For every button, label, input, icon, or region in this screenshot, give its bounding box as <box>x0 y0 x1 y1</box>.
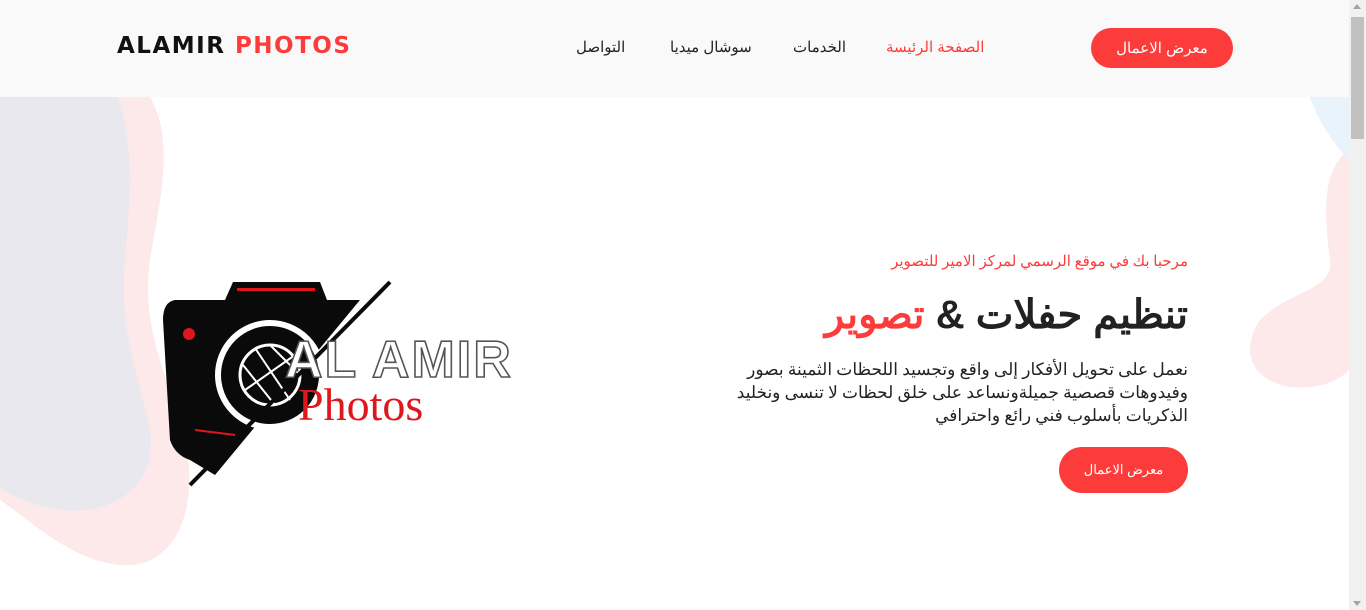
scroll-thumb[interactable] <box>1351 17 1364 139</box>
brand-name: ALAMIR <box>117 33 226 59</box>
nav-item-social-media[interactable]: سوشال ميديا <box>670 38 752 56</box>
logo-text-photos: Photos <box>298 379 423 430</box>
scroll-up-arrow-icon[interactable] <box>1353 4 1361 9</box>
nav-item-home[interactable]: الصفحة الرئيسة <box>886 38 984 56</box>
page-scrollbar[interactable] <box>1349 0 1366 610</box>
nav-item-services[interactable]: الخدمات <box>793 38 846 56</box>
hero-description: نعمل على تحويل الأفكار إلى واقع وتجسيد ا… <box>736 360 1188 425</box>
brand-logo[interactable]: ALAMIR PHOTOS <box>117 33 351 59</box>
nav-item-contact[interactable]: التواصل <box>576 38 625 56</box>
hero-title-accent: تصوير <box>824 293 925 337</box>
brand-accent: PHOTOS <box>234 33 352 59</box>
scroll-down-arrow-icon[interactable] <box>1353 601 1361 606</box>
hero-title-main: تنظيم حفلات & <box>935 293 1188 337</box>
right-pink-blob <box>1250 150 1349 388</box>
site-header: ALAMIR PHOTOS الصفحة الرئيسة الخدمات سوش… <box>0 0 1349 97</box>
alamir-camera-logo: AL AMIR Photos <box>163 280 512 487</box>
header-portfolio-button[interactable]: معرض الاعمال <box>1091 28 1233 68</box>
right-blue-blob <box>1310 97 1349 160</box>
hero-portfolio-button[interactable]: معرض الاعمال <box>1059 447 1188 493</box>
hero-subtitle: مرحبا بك في موقع الرسمي لمركز الامير للت… <box>891 254 1188 270</box>
hero-title: تنظيم حفلات & تصوير <box>825 292 1188 338</box>
